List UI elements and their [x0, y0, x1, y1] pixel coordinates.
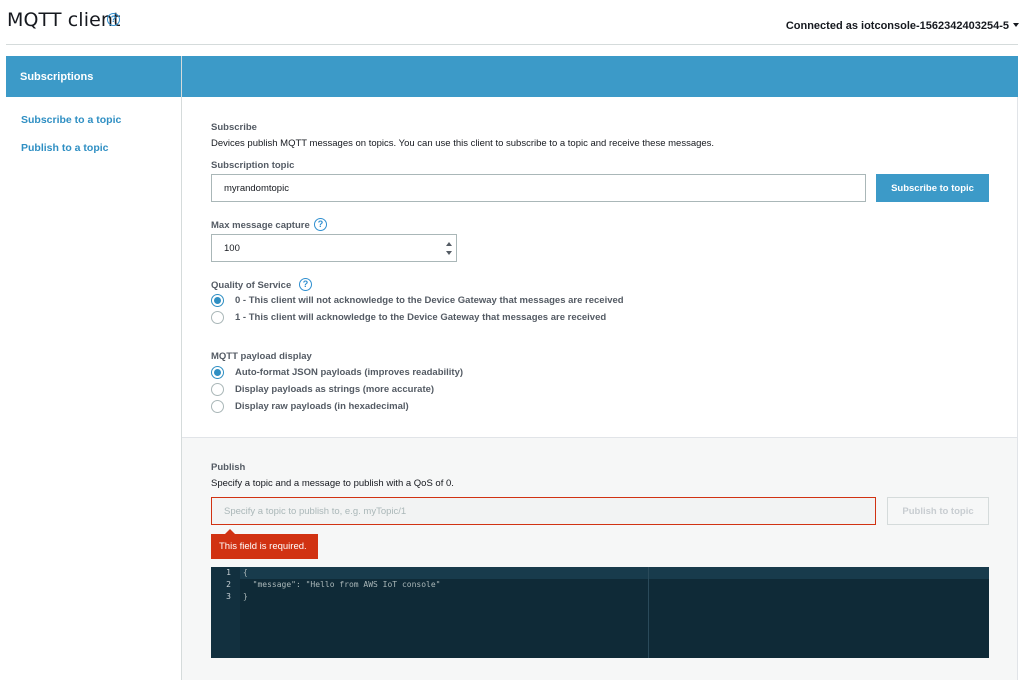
help-icon[interactable]: ? — [107, 13, 120, 26]
code-line: } — [243, 592, 248, 601]
subscription-topic-input[interactable]: myrandomtopic — [211, 174, 866, 202]
message-editor[interactable]: 1 2 3 { "message": "Hello from AWS IoT c… — [211, 567, 989, 658]
radio-unselected-icon[interactable] — [211, 311, 224, 324]
line-number: 3 — [226, 592, 231, 601]
payload-option-label: Display raw payloads (in hexadecimal) — [235, 401, 409, 412]
print-margin — [648, 567, 649, 658]
max-capture-stepper[interactable]: 100 — [211, 234, 457, 262]
active-line-highlight — [240, 567, 989, 579]
qos-option-1[interactable]: 1 - This client will acknowledge to the … — [211, 311, 606, 324]
qos-option-0[interactable]: 0 - This client will not acknowledge to … — [211, 294, 624, 307]
content-header-bar — [182, 56, 1018, 97]
payload-display-label: MQTT payload display — [211, 351, 312, 362]
payload-option-json[interactable]: Auto-format JSON payloads (improves read… — [211, 366, 463, 379]
qos-label: Quality of Service — [211, 280, 292, 291]
qos-option-label: 0 - This client will not acknowledge to … — [235, 295, 624, 306]
caret-down-icon[interactable] — [1013, 23, 1019, 27]
subscribe-section-label: Subscribe — [211, 122, 257, 133]
subscribe-description: Devices publish MQTT messages on topics.… — [211, 138, 715, 149]
publish-section-label: Publish — [211, 462, 246, 473]
sidebar-item-publish[interactable]: Publish to a topic — [21, 142, 109, 154]
account-menu[interactable]: Connected as iotconsole-1562342403254-5 — [786, 20, 1009, 32]
radio-unselected-icon[interactable] — [211, 383, 224, 396]
mqtt-client-page: MQTT client ? Connected as iotconsole-15… — [0, 0, 1024, 680]
radio-selected-icon[interactable] — [211, 366, 224, 379]
line-number: 2 — [226, 580, 231, 589]
help-icon[interactable]: ? — [314, 218, 327, 231]
editor-gutter: 1 2 3 — [211, 567, 240, 658]
publish-topic-input[interactable]: Specify a topic to publish to, e.g. myTo… — [211, 497, 876, 525]
page-title: MQTT client — [7, 9, 121, 31]
publish-button[interactable]: Publish to topic — [887, 497, 989, 525]
help-icon[interactable]: ? — [299, 278, 312, 291]
sidebar-item-subscribe[interactable]: Subscribe to a topic — [21, 114, 121, 126]
header-divider — [6, 44, 1018, 45]
sidebar-header: Subscriptions — [6, 56, 181, 97]
radio-selected-icon[interactable] — [211, 294, 224, 307]
payload-option-strings[interactable]: Display payloads as strings (more accura… — [211, 383, 434, 396]
radio-unselected-icon[interactable] — [211, 400, 224, 413]
payload-option-hex[interactable]: Display raw payloads (in hexadecimal) — [211, 400, 409, 413]
line-number: 1 — [226, 568, 231, 577]
code-line: { — [243, 568, 248, 577]
max-capture-value: 100 — [224, 242, 240, 254]
code-line: "message": "Hello from AWS IoT console" — [243, 580, 441, 589]
error-message: This field is required. — [211, 529, 318, 559]
stepper-arrows-icon[interactable] — [446, 242, 452, 255]
payload-option-label: Display payloads as strings (more accura… — [235, 384, 435, 395]
publish-description: Specify a topic and a message to publish… — [211, 478, 454, 489]
subscription-topic-label: Subscription topic — [211, 160, 295, 171]
payload-option-label: Auto-format JSON payloads (improves read… — [235, 367, 464, 378]
qos-option-label: 1 - This client will acknowledge to the … — [235, 312, 607, 323]
subscribe-button[interactable]: Subscribe to topic — [876, 174, 989, 202]
max-capture-label: Max message capture — [211, 220, 310, 231]
